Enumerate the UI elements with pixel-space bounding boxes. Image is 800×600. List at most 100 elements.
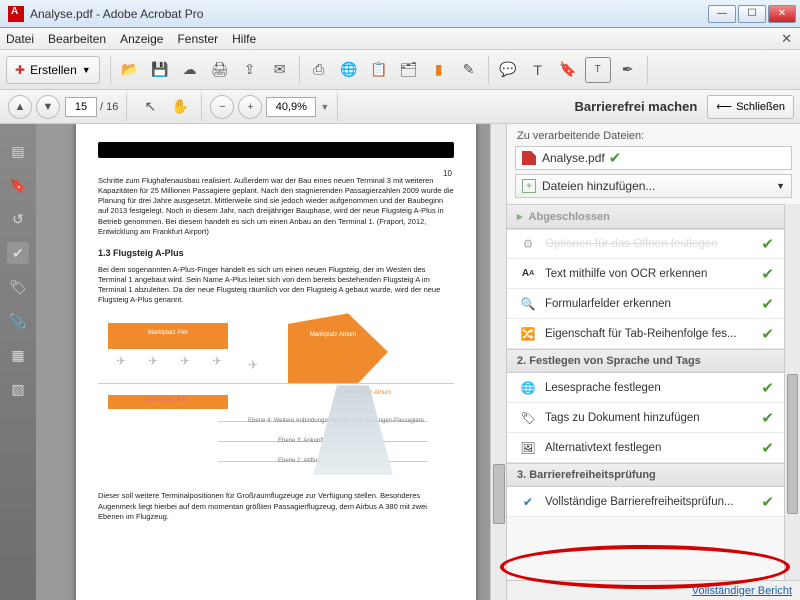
task-list-2: 🌐 Lesesprache festlegen ✔ 🏷 Tags zu Doku… xyxy=(507,373,784,463)
maximize-button[interactable]: ☐ xyxy=(738,5,766,23)
add-files-button[interactable]: + Dateien hinzufügen... ▼ xyxy=(515,174,792,198)
file-row[interactable]: Analyse.pdf ✔ xyxy=(515,146,792,170)
body-text: Bei dem sogenannten A-Plus-Finger handel… xyxy=(98,265,454,306)
vertical-scrollbar[interactable] xyxy=(490,124,506,600)
edit-icon[interactable]: ✎ xyxy=(456,57,482,83)
left-nav-strip: ▤ 🔖 ↺ ✔ 🏷 📎 ▦ ▧ xyxy=(0,124,36,600)
full-report-link[interactable]: Vollständiger Bericht xyxy=(507,580,800,600)
menubar: Datei Bearbeiten Anzeige Fenster Hilfe ✕ xyxy=(0,28,800,50)
stamp-icon[interactable]: 🔖 xyxy=(555,57,581,83)
file-name: Analyse.pdf xyxy=(542,151,605,165)
order-panel-icon[interactable]: ▦ xyxy=(7,344,29,366)
accessibility-check-icon[interactable]: ✔ xyxy=(7,242,29,264)
comment-icon[interactable]: 💬 xyxy=(495,57,521,83)
checkmark-icon: ✔ xyxy=(761,493,774,511)
tags-panel-icon[interactable]: 🏷 xyxy=(7,276,29,298)
search-form-icon: 🔍 xyxy=(519,295,537,313)
task-item-cutoff[interactable]: ⚙ Optionen für das Öffnen festlegen ✔ xyxy=(507,229,784,259)
close-panel-button[interactable]: ⟵Schließen xyxy=(707,95,794,119)
web-icon[interactable]: 🌐 xyxy=(336,57,362,83)
zoom-out-button[interactable]: − xyxy=(210,95,234,119)
task-ocr[interactable]: AA Text mithilfe von OCR erkennen ✔ xyxy=(507,259,784,289)
checkmark-icon: ✔ xyxy=(761,439,774,457)
close-window-button[interactable]: ✕ xyxy=(768,5,796,23)
redaction-bar xyxy=(98,142,454,158)
scrollbar-thumb[interactable] xyxy=(787,374,798,514)
bookmark-panel-icon[interactable]: 🔖 xyxy=(7,174,29,196)
add-files-label: Dateien hinzufügen... xyxy=(542,179,655,193)
task-alt-text[interactable]: 🖼 Alternativtext festlegen ✔ xyxy=(507,433,784,463)
create-button[interactable]: ✚ Erstellen ▼ xyxy=(6,56,100,84)
print-icon[interactable]: 🖨 xyxy=(207,57,233,83)
body-text: Schritte zum Flughafenausbau realisiert.… xyxy=(98,176,454,237)
attachments-panel-icon[interactable]: 📎 xyxy=(7,310,29,332)
checkmark-icon: ✔ xyxy=(761,325,774,343)
clipboard-icon[interactable]: 📋 xyxy=(366,57,392,83)
add-icon: + xyxy=(522,179,536,193)
zoom-input[interactable] xyxy=(266,97,316,117)
menu-help[interactable]: Hilfe xyxy=(232,32,256,46)
app-icon xyxy=(8,6,24,22)
page-number-input[interactable] xyxy=(65,97,97,117)
minimize-button[interactable]: — xyxy=(708,5,736,23)
checkmark-icon: ✔ xyxy=(761,409,774,427)
content-panel-icon[interactable]: ▧ xyxy=(7,378,29,400)
menu-edit[interactable]: Bearbeiten xyxy=(48,32,106,46)
loop-icon[interactable]: ↺ xyxy=(7,208,29,230)
menu-file[interactable]: Datei xyxy=(6,32,34,46)
task-tags[interactable]: 🏷 Tags zu Dokument hinzufügen ✔ xyxy=(507,403,784,433)
globe-icon: 🌐 xyxy=(519,379,537,397)
scrollbar-thumb[interactable] xyxy=(493,464,505,524)
chevron-down-icon: ▼ xyxy=(82,65,91,75)
prev-page-button[interactable]: ▲ xyxy=(8,95,32,119)
task-full-check[interactable]: ✔ Vollständige Barrierefreiheitsprüfun..… xyxy=(507,487,784,517)
task-language[interactable]: 🌐 Lesesprache festlegen ✔ xyxy=(507,373,784,403)
checkmark-icon: ✔ xyxy=(761,379,774,397)
tag-icon: 🏷 xyxy=(519,409,537,427)
thumbnail-panel-icon[interactable]: ▤ xyxy=(7,140,29,162)
close-doc-icon[interactable]: ✕ xyxy=(781,31,792,47)
chevron-down-icon[interactable]: ▼ xyxy=(320,102,329,112)
combine-icon[interactable]: 🗂 xyxy=(396,57,422,83)
text-icon[interactable]: T xyxy=(525,57,551,83)
open-icon[interactable]: 📂 xyxy=(117,57,143,83)
navigation-toolbar: ▲ ▼ / 16 ↖ ✋ − + ▼ Barrierefrei machen ⟵… xyxy=(0,90,800,124)
save-icon[interactable]: 💾 xyxy=(147,57,173,83)
chevron-down-icon: ▼ xyxy=(776,181,785,191)
panel-scrollbar[interactable] xyxy=(784,204,800,580)
cloud-icon[interactable]: ☁ xyxy=(177,57,203,83)
hand-tool-icon[interactable]: ✋ xyxy=(167,94,193,120)
scan-icon[interactable]: ⎙ xyxy=(306,57,332,83)
section-3[interactable]: 3. Barrierefreiheitsprüfung xyxy=(507,463,784,487)
menu-view[interactable]: Anzeige xyxy=(120,32,163,46)
sign-icon[interactable]: ✒ xyxy=(615,57,641,83)
section-completed[interactable]: ▸Abgeschlossen xyxy=(507,204,784,229)
tab-order-icon: 🔀 xyxy=(519,325,537,343)
text-box-icon[interactable]: T xyxy=(585,57,611,83)
checkmark-icon: ✔ xyxy=(761,295,774,313)
section-2[interactable]: 2. Festlegen von Sprache und Tags xyxy=(507,349,784,373)
page-number-label: 10 xyxy=(443,169,452,180)
document-area[interactable]: 10 Schritte zum Flughafenausbau realisie… xyxy=(36,124,506,600)
checkmark-icon: ✔ xyxy=(761,265,774,283)
action-wizard-panel: Zu verarbeitende Dateien: Analyse.pdf ✔ … xyxy=(506,124,800,600)
menu-window[interactable]: Fenster xyxy=(177,32,218,46)
next-page-button[interactable]: ▼ xyxy=(36,95,60,119)
page-count-label: / 16 xyxy=(100,101,118,113)
zoom-in-button[interactable]: + xyxy=(238,95,262,119)
pdf-icon xyxy=(522,151,536,165)
pdf-page: 10 Schritte zum Flughafenausbau realisie… xyxy=(76,124,476,600)
figure: Marktplatz Pier Marktplatz Atrium Marktp… xyxy=(98,313,454,483)
task-list-1: AA Text mithilfe von OCR erkennen ✔ 🔍 Fo… xyxy=(507,259,784,349)
select-tool-icon[interactable]: ↖ xyxy=(137,94,163,120)
main-toolbar: ✚ Erstellen ▼ 📂 💾 ☁ 🖨 ⇪ ✉ ⎙ 🌐 📋 🗂 ▮ ✎ 💬 … xyxy=(0,50,800,90)
task-form-fields[interactable]: 🔍 Formularfelder erkennen ✔ xyxy=(507,289,784,319)
mail-icon[interactable]: ✉ xyxy=(267,57,293,83)
share-icon[interactable]: ⇪ xyxy=(237,57,263,83)
task-tab-order[interactable]: 🔀 Eigenschaft für Tab-Reihenfolge fes...… xyxy=(507,319,784,349)
checkmark-icon: ✔ xyxy=(761,235,774,253)
window-title: Analyse.pdf - Adobe Acrobat Pro xyxy=(30,7,708,21)
image-icon: 🖼 xyxy=(519,439,537,457)
window-titlebar: Analyse.pdf - Adobe Acrobat Pro — ☐ ✕ xyxy=(0,0,800,28)
color-icon[interactable]: ▮ xyxy=(426,57,452,83)
